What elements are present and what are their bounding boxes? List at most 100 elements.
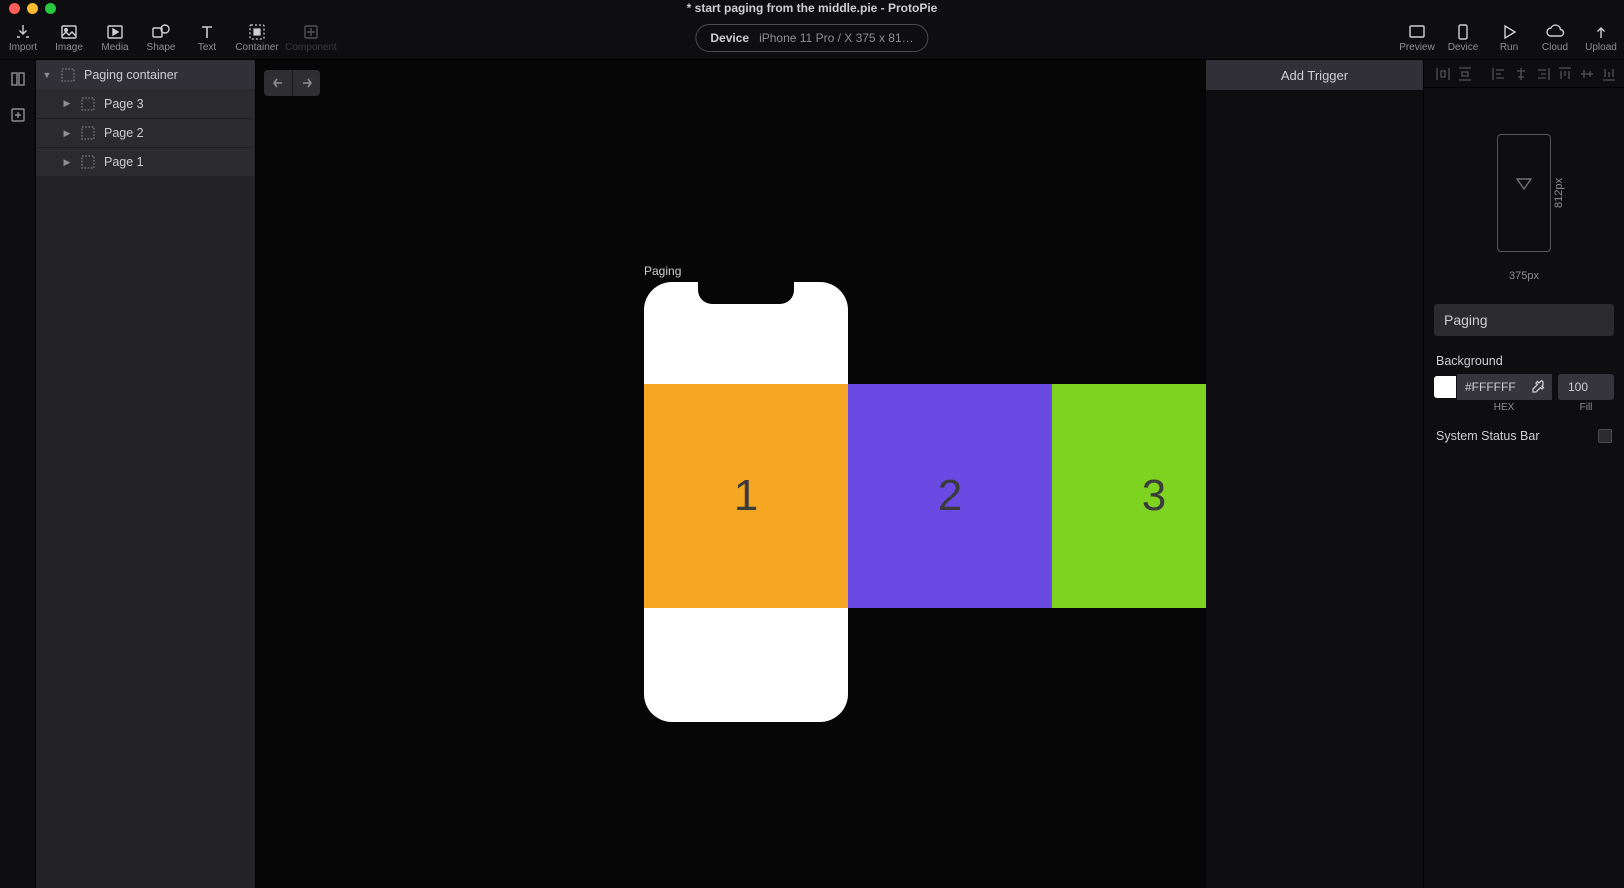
shape-tool[interactable]: Shape <box>138 16 184 60</box>
chevron-right-icon: ▶ <box>62 98 72 109</box>
nav-back-button[interactable] <box>264 70 292 96</box>
pages-container[interactable]: 1 2 3 <box>644 384 1206 608</box>
hex-sublabel: HEX <box>1456 402 1552 413</box>
device-notch <box>698 282 794 304</box>
window-close-button[interactable] <box>9 3 20 14</box>
component-label: Component <box>285 42 337 53</box>
text-tool[interactable]: Text <box>184 16 230 60</box>
layer-root[interactable]: ▼ Paging container <box>36 60 255 89</box>
nav-forward-button[interactable] <box>292 70 320 96</box>
distribute-h-icon[interactable] <box>1434 65 1452 83</box>
preview-tool[interactable]: Preview <box>1394 16 1440 60</box>
cloud-icon <box>1545 23 1565 41</box>
scenes-icon[interactable] <box>9 70 27 88</box>
container-icon <box>248 23 266 41</box>
container-tool[interactable]: Container <box>230 16 284 60</box>
status-bar-checkbox[interactable] <box>1598 429 1612 443</box>
canvas[interactable]: Paging 1 2 3 <box>256 60 1206 888</box>
container-layer-icon <box>60 67 76 83</box>
align-left-icon[interactable] <box>1490 65 1508 83</box>
page-1[interactable]: 1 <box>644 384 848 608</box>
align-right-icon[interactable] <box>1534 65 1552 83</box>
text-icon <box>198 23 216 41</box>
fill-input[interactable] <box>1566 379 1606 395</box>
media-icon <box>106 23 124 41</box>
cloud-label: Cloud <box>1542 42 1568 53</box>
device-label2: Device <box>1448 42 1479 53</box>
image-icon <box>60 23 78 41</box>
window-titlebar: * start paging from the middle.pie - Pro… <box>0 0 1624 16</box>
status-bar-label: System Status Bar <box>1436 429 1540 443</box>
layer-label: Page 2 <box>104 126 144 140</box>
scene-name-input[interactable]: Paging <box>1434 304 1614 336</box>
layer-page1[interactable]: ▶ Page 1 <box>36 147 255 176</box>
scene-width: 375px <box>1509 270 1539 282</box>
media-label: Media <box>101 42 128 53</box>
add-trigger-button[interactable]: Add Trigger <box>1206 60 1423 90</box>
upload-tool[interactable]: Upload <box>1578 16 1624 60</box>
window-title: * start paging from the middle.pie - Pro… <box>687 1 938 15</box>
play-icon <box>1500 23 1518 41</box>
component-tool: Component <box>284 16 338 60</box>
preview-icon <box>1408 23 1426 41</box>
hex-input-wrap <box>1457 374 1552 400</box>
import-icon <box>14 23 32 41</box>
align-hcenter-icon[interactable] <box>1512 65 1530 83</box>
chevron-down-icon: ▼ <box>42 70 52 80</box>
device-selector[interactable]: Device iPhone 11 Pro / X 375 x 81… <box>695 24 928 52</box>
layer-label: Page 3 <box>104 97 144 111</box>
run-tool[interactable]: Run <box>1486 16 1532 60</box>
container-layer-icon <box>80 125 96 141</box>
shape-icon <box>151 23 171 41</box>
add-scene-icon[interactable] <box>9 106 27 124</box>
mobile-icon <box>1454 23 1472 41</box>
cloud-tool[interactable]: Cloud <box>1532 16 1578 60</box>
scene-label[interactable]: Paging <box>644 264 681 278</box>
background-swatch[interactable] <box>1434 376 1456 398</box>
device-value: iPhone 11 Pro / X 375 x 81… <box>759 31 914 45</box>
background-label: Background <box>1424 342 1624 374</box>
canvas-nav <box>264 70 320 96</box>
align-vcenter-icon[interactable] <box>1578 65 1596 83</box>
run-label: Run <box>1500 42 1518 53</box>
chevron-right-icon: ▶ <box>62 157 72 168</box>
align-bottom-icon[interactable] <box>1600 65 1618 83</box>
image-label: Image <box>55 42 83 53</box>
window-zoom-button[interactable] <box>45 3 56 14</box>
device-label: Device <box>710 31 749 45</box>
scene-height: 812px <box>1553 178 1565 208</box>
chevron-right-icon: ▶ <box>62 128 72 139</box>
scroll-indicator-icon <box>1513 175 1535 197</box>
import-label: Import <box>9 42 37 53</box>
distribute-v-icon[interactable] <box>1456 65 1474 83</box>
container-label: Container <box>235 42 278 53</box>
component-icon <box>302 23 320 41</box>
image-tool[interactable]: Image <box>46 16 92 60</box>
layer-label: Page 1 <box>104 155 144 169</box>
inspector-panel: 375px 812px Paging Background HEX Fill S… <box>1424 60 1624 888</box>
upload-label: Upload <box>1585 42 1617 53</box>
window-minimize-button[interactable] <box>27 3 38 14</box>
upload-icon <box>1592 23 1610 41</box>
layer-page2[interactable]: ▶ Page 2 <box>36 118 255 147</box>
import-tool[interactable]: Import <box>0 16 46 60</box>
container-layer-icon <box>80 96 96 112</box>
hex-input[interactable] <box>1463 379 1525 395</box>
page-3[interactable]: 3 <box>1052 384 1206 608</box>
layer-page3[interactable]: ▶ Page 3 <box>36 89 255 118</box>
preview-label: Preview <box>1399 42 1435 53</box>
layers-panel: ▼ Paging container ▶ Page 3 ▶ Page 2 ▶ P… <box>36 60 256 888</box>
text-label: Text <box>198 42 216 53</box>
main-toolbar: Import Image Media Shape <box>0 16 1624 60</box>
align-top-icon[interactable] <box>1556 65 1574 83</box>
device-tool[interactable]: Device <box>1440 16 1486 60</box>
eyedropper-icon[interactable] <box>1531 380 1545 394</box>
media-tool[interactable]: Media <box>92 16 138 60</box>
page-2[interactable]: 2 <box>848 384 1052 608</box>
container-layer-icon <box>80 154 96 170</box>
shape-label: Shape <box>147 42 176 53</box>
fill-sublabel: Fill <box>1558 402 1614 413</box>
scene-thumbnail: 375px 812px <box>1424 88 1624 298</box>
alignment-toolbar <box>1424 60 1624 88</box>
interactions-panel: Add Trigger <box>1206 60 1424 888</box>
